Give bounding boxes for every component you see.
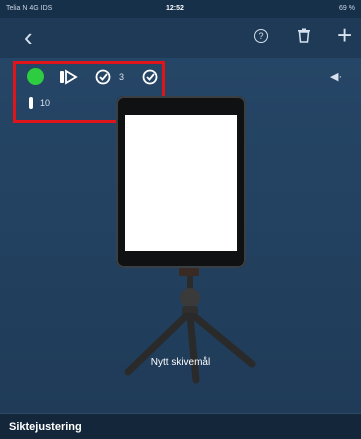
carrier-label: Telia N 4G IDS xyxy=(6,5,53,12)
trash-icon[interactable] xyxy=(297,28,311,43)
chevron-left-icon[interactable]: ‹ xyxy=(24,24,33,50)
status-bar: Telia N 4G IDS 12:52 69 % xyxy=(0,0,361,18)
question-circle-icon[interactable]: ? xyxy=(254,29,268,43)
footer-title: Siktejustering xyxy=(9,421,82,433)
speaker-icon[interactable]: ◀︎· xyxy=(330,70,342,83)
target-clamp xyxy=(179,268,199,276)
tripod-icon xyxy=(124,276,256,384)
battery-label: 69 % xyxy=(339,5,355,12)
plus-icon[interactable]: + xyxy=(337,22,352,48)
nav-bar: ‹ ? + xyxy=(0,18,361,58)
target-name[interactable]: Nytt skivemål xyxy=(0,357,361,368)
target-paper[interactable] xyxy=(125,115,237,251)
clock-label: 12:52 xyxy=(166,5,184,12)
footer-bar[interactable]: Siktejustering xyxy=(0,413,361,439)
